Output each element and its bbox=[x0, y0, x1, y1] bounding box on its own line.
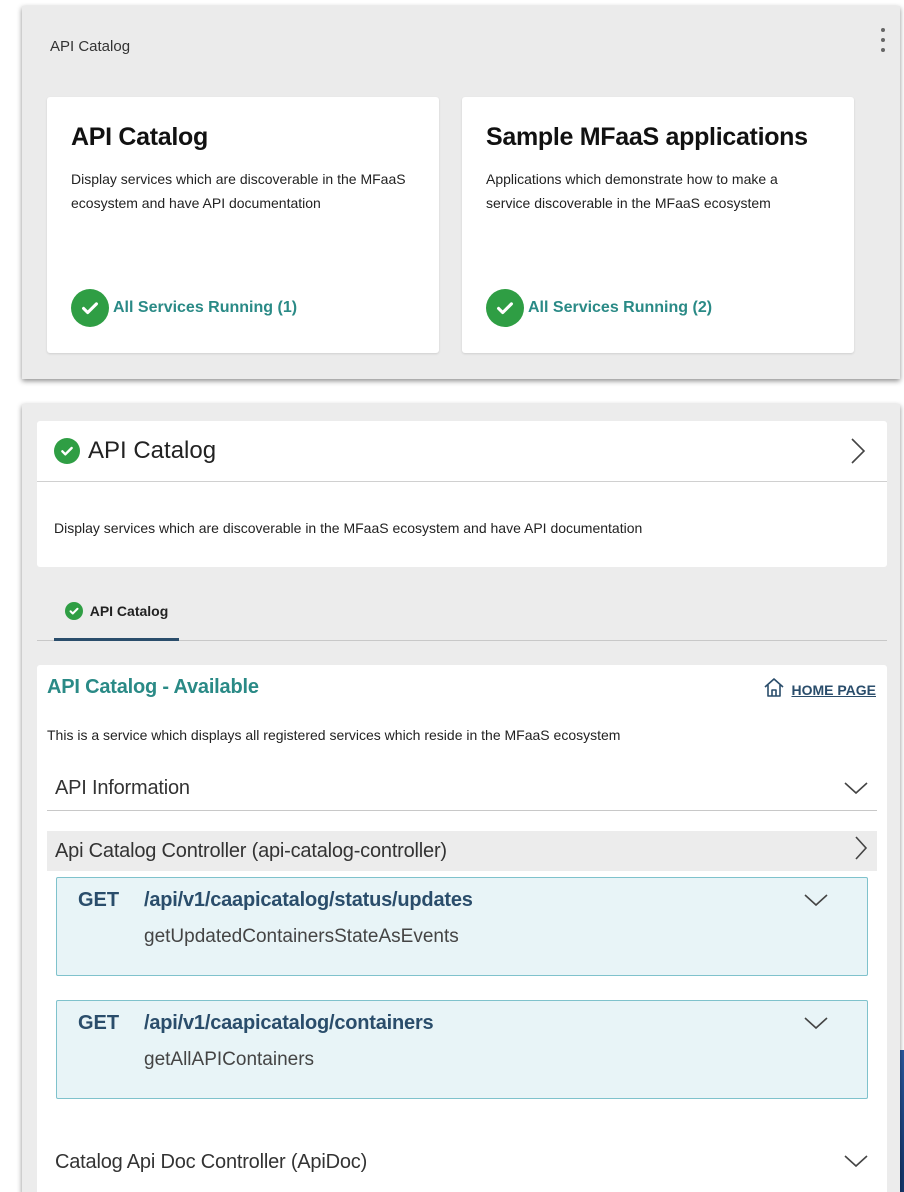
api-catalog-controller-section[interactable]: Api Catalog Controller (api-catalog-cont… bbox=[47, 831, 877, 871]
tile-description: Applications which demonstrate how to ma… bbox=[486, 171, 778, 211]
service-card: API Catalog Display services which are d… bbox=[37, 421, 887, 567]
home-page-label: HOME PAGE bbox=[791, 681, 876, 698]
chevron-down-icon bbox=[843, 1149, 877, 1175]
endpoint-path: /api/v1/caapicatalog/containers bbox=[144, 1012, 434, 1034]
kebab-menu-icon[interactable] bbox=[880, 28, 886, 52]
section-label: Catalog Api Doc Controller (ApiDoc) bbox=[55, 1150, 368, 1173]
endpoint-path: /api/v1/caapicatalog/status/updates bbox=[144, 889, 473, 911]
check-circle-icon bbox=[71, 289, 109, 327]
http-method: GET bbox=[78, 1012, 120, 1034]
check-circle-icon bbox=[64, 602, 83, 620]
tile-api-catalog[interactable]: API Catalog Display services which are d… bbox=[47, 97, 439, 353]
divider bbox=[37, 481, 887, 482]
status-text: All Services Running (2) bbox=[528, 299, 713, 316]
tile-title: Sample MFaaS applications bbox=[486, 123, 808, 151]
chevron-down-icon bbox=[843, 776, 877, 802]
section-label: Api Catalog Controller (api-catalog-cont… bbox=[55, 839, 447, 862]
tile-description: Display services which are discoverable … bbox=[71, 171, 406, 211]
home-icon bbox=[763, 676, 785, 703]
service-header: API Catalog bbox=[54, 437, 216, 465]
endpoint-status-updates[interactable]: GET /api/v1/caapicatalog/status/updates … bbox=[56, 877, 868, 976]
home-page-link[interactable]: HOME PAGE bbox=[763, 676, 876, 703]
http-method: GET bbox=[78, 889, 120, 911]
service-detail-panel: API Catalog Display services which are d… bbox=[22, 404, 900, 1192]
api-title: API Catalog - Available bbox=[47, 676, 259, 698]
check-circle-icon bbox=[54, 438, 80, 464]
service-title: API Catalog bbox=[88, 437, 217, 464]
dashboard-title: API Catalog bbox=[50, 38, 131, 55]
tab-bar: API Catalog bbox=[37, 584, 887, 641]
check-circle-icon bbox=[486, 289, 524, 327]
tile-sample-applications[interactable]: Sample MFaaS applications Applications w… bbox=[462, 97, 854, 353]
operation-name: getUpdatedContainersStateAsEvents bbox=[144, 926, 459, 947]
service-description: Display services which are discoverable … bbox=[54, 520, 643, 536]
chevron-down-icon[interactable] bbox=[803, 1011, 829, 1037]
catalog-api-doc-controller-section[interactable]: Catalog Api Doc Controller (ApiDoc) bbox=[47, 1140, 877, 1184]
api-description: This is a service which displays all reg… bbox=[47, 727, 621, 743]
chevron-right-icon bbox=[853, 835, 877, 867]
dashboard-panel: API Catalog API Catalog Display services… bbox=[22, 6, 900, 379]
chevron-right-icon[interactable] bbox=[849, 437, 867, 473]
tile-status: All Services Running (2) bbox=[486, 289, 712, 327]
section-label: API Information bbox=[55, 777, 190, 799]
api-card: API Catalog - Available HOME PAGE This i… bbox=[37, 665, 887, 1192]
tab-api-catalog[interactable]: API Catalog bbox=[54, 584, 179, 641]
operation-name: getAllAPIContainers bbox=[144, 1049, 315, 1070]
status-text: All Services Running (1) bbox=[113, 299, 298, 316]
api-information-section[interactable]: API Information bbox=[47, 767, 877, 811]
tile-title: API Catalog bbox=[71, 123, 208, 151]
endpoint-containers[interactable]: GET /api/v1/caapicatalog/containers getA… bbox=[56, 1000, 868, 1099]
tab-label: API Catalog bbox=[89, 603, 169, 619]
chevron-down-icon[interactable] bbox=[803, 888, 829, 914]
tile-status: All Services Running (1) bbox=[71, 289, 297, 327]
